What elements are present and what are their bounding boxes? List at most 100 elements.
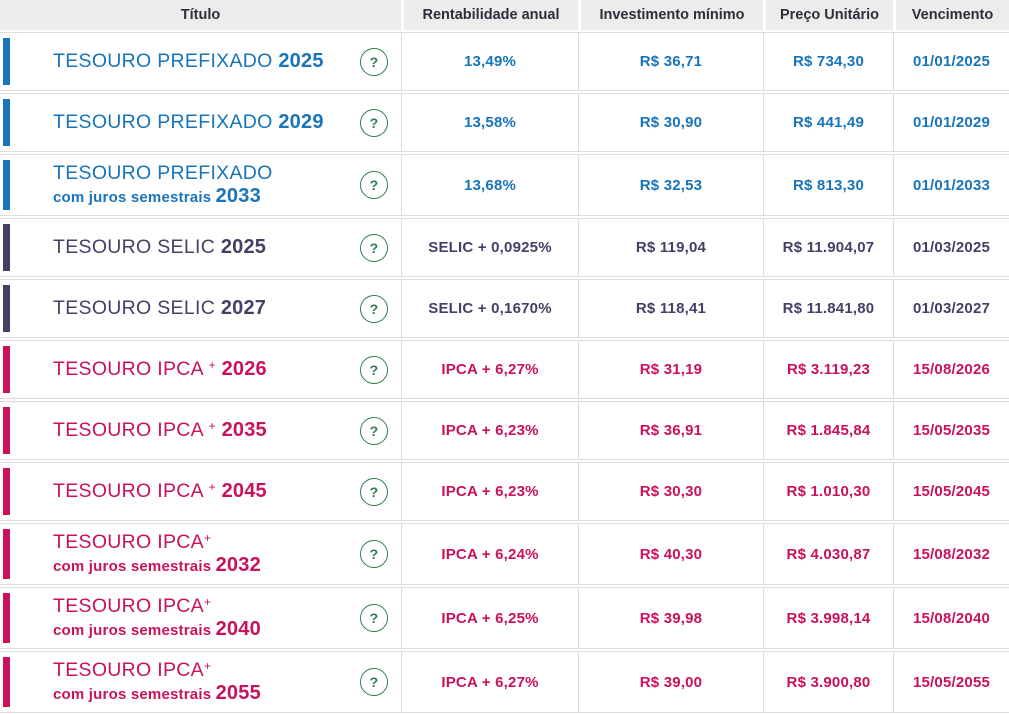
help-icon[interactable]: ? (360, 540, 388, 568)
min-investment-cell: R$ 32,53 (578, 155, 763, 215)
unit-price-cell: R$ 11.904,07 (763, 219, 893, 276)
table-row: TESOURO PREFIXADO com juros semestrais 2… (0, 154, 1009, 216)
bond-name: TESOURO IPCA (53, 358, 209, 381)
table-row: TESOURO PREFIXADO 2025 ? 13,49% R$ 36,71… (0, 32, 1009, 91)
annual-rate-cell: IPCA + 6,24% (401, 524, 578, 584)
min-investment-cell: R$ 36,71 (578, 33, 763, 90)
unit-price-cell: R$ 441,49 (763, 94, 893, 151)
bond-year-subtitle-line: 2033 (215, 185, 261, 208)
bond-subtitle: com juros semestrais (53, 686, 216, 704)
bond-title-cell: TESOURO PREFIXADO 2025 ? (0, 33, 401, 90)
help-icon[interactable]: ? (360, 233, 388, 262)
bond-title-cell: TESOURO IPCA+ com juros semestrais 2040 … (0, 588, 401, 648)
bond-title-cell: TESOURO SELIC 2025 ? (0, 219, 401, 276)
bond-plus-superscript: + (203, 595, 212, 610)
column-header-vencimento: Vencimento (893, 0, 1009, 30)
bond-plus-superscript: + (208, 358, 216, 373)
annual-rate-cell: IPCA + 6,23% (401, 463, 578, 520)
column-header-titulo: Título (0, 0, 401, 30)
help-icon[interactable]: ? (360, 604, 388, 632)
bond-title: TESOURO IPCA + 2045 (53, 480, 267, 503)
bond-name: TESOURO PREFIXADO (53, 162, 273, 185)
annual-rate-cell: IPCA + 6,27% (401, 652, 578, 712)
bond-plus-superscript: + (208, 419, 216, 434)
maturity-cell: 15/05/2045 (893, 463, 1009, 520)
bond-subtitle: com juros semestrais (53, 622, 216, 640)
unit-price-cell: R$ 734,30 (763, 33, 893, 90)
maturity-cell: 01/01/2029 (893, 94, 1009, 151)
bond-name: TESOURO PREFIXADO (53, 50, 279, 73)
annual-rate-cell: 13,49% (401, 33, 578, 90)
maturity-cell: 01/01/2025 (893, 33, 1009, 90)
table-row: TESOURO IPCA+ com juros semestrais 2032 … (0, 523, 1009, 585)
unit-price-cell: R$ 3.119,23 (763, 341, 893, 398)
min-investment-cell: R$ 118,41 (578, 280, 763, 337)
min-investment-cell: R$ 119,04 (578, 219, 763, 276)
bond-color-bar (3, 99, 10, 146)
bond-subtitle: com juros semestrais (53, 558, 216, 576)
help-icon[interactable]: ? (360, 47, 388, 76)
help-icon[interactable]: ? (360, 668, 388, 696)
bond-name: TESOURO IPCA (53, 419, 209, 442)
unit-price-cell: R$ 1.845,84 (763, 402, 893, 459)
table-body: TESOURO PREFIXADO 2025 ? 13,49% R$ 36,71… (0, 32, 1009, 713)
bond-title-cell: TESOURO IPCA + 2035 ? (0, 402, 401, 459)
unit-price-cell: R$ 3.998,14 (763, 588, 893, 648)
bond-year: 2025 (220, 236, 267, 259)
bond-year: 2029 (278, 111, 324, 134)
min-investment-cell: R$ 40,30 (578, 524, 763, 584)
bond-title: TESOURO IPCA+ com juros semestrais 2055 (53, 659, 261, 704)
unit-price-cell: R$ 3.900,80 (763, 652, 893, 712)
column-header-rentabilidade: Rentabilidade anual (401, 0, 578, 30)
bond-plus-superscript: + (203, 531, 212, 546)
column-header-investimento-minimo: Investimento mínimo (578, 0, 763, 30)
bond-year-subtitle-line: 2032 (215, 554, 261, 577)
bond-color-bar (3, 529, 10, 579)
bond-color-bar (3, 285, 10, 332)
column-header-preco-unitario: Preço Unitário (763, 0, 893, 30)
bond-title-cell: TESOURO PREFIXADO 2029 ? (0, 94, 401, 151)
bond-title: TESOURO IPCA + 2035 (53, 419, 267, 442)
bond-title-cell: TESOURO IPCA + 2045 ? (0, 463, 401, 520)
bond-year: 2045 (215, 480, 267, 503)
help-icon[interactable]: ? (360, 355, 388, 384)
unit-price-cell: R$ 813,30 (763, 155, 893, 215)
bond-color-bar (3, 160, 10, 210)
annual-rate-cell: 13,58% (401, 94, 578, 151)
help-icon[interactable]: ? (360, 171, 388, 199)
bond-year-subtitle-line: 2040 (215, 618, 261, 641)
maturity-cell: 01/03/2025 (893, 219, 1009, 276)
table-header: Título Rentabilidade anual Investimento … (0, 0, 1009, 30)
help-icon[interactable]: ? (360, 294, 388, 323)
maturity-cell: 01/01/2033 (893, 155, 1009, 215)
bond-name: TESOURO PREFIXADO (53, 111, 279, 134)
bond-plus-superscript: + (208, 480, 216, 495)
bond-title: TESOURO IPCA + 2026 (53, 358, 267, 381)
bond-subtitle: com juros semestrais (53, 189, 216, 207)
unit-price-cell: R$ 11.841,80 (763, 280, 893, 337)
help-icon[interactable]: ? (360, 108, 388, 137)
maturity-cell: 15/05/2055 (893, 652, 1009, 712)
bond-title-cell: TESOURO IPCA+ com juros semestrais 2032 … (0, 524, 401, 584)
help-icon[interactable]: ? (360, 416, 388, 445)
min-investment-cell: R$ 30,30 (578, 463, 763, 520)
min-investment-cell: R$ 36,91 (578, 402, 763, 459)
bond-name: TESOURO IPCA (53, 531, 204, 554)
bond-title: TESOURO SELIC 2025 (53, 236, 266, 259)
min-investment-cell: R$ 30,90 (578, 94, 763, 151)
bond-title: TESOURO PREFIXADO 2029 (53, 111, 324, 134)
bond-color-bar (3, 593, 10, 643)
bond-name: TESOURO SELIC (53, 236, 221, 259)
bond-name: TESOURO IPCA (53, 659, 204, 682)
bond-year: 2035 (215, 419, 267, 442)
bond-title: TESOURO IPCA+ com juros semestrais 2032 (53, 531, 261, 576)
help-icon[interactable]: ? (360, 477, 388, 506)
annual-rate-cell: IPCA + 6,23% (401, 402, 578, 459)
bond-title: TESOURO PREFIXADO com juros semestrais 2… (53, 162, 273, 207)
bond-title-cell: TESOURO IPCA + 2026 ? (0, 341, 401, 398)
bond-color-bar (3, 407, 10, 454)
maturity-cell: 15/05/2035 (893, 402, 1009, 459)
maturity-cell: 15/08/2040 (893, 588, 1009, 648)
bond-title: TESOURO SELIC 2027 (53, 297, 266, 320)
bond-year-subtitle-line: 2055 (215, 682, 261, 705)
